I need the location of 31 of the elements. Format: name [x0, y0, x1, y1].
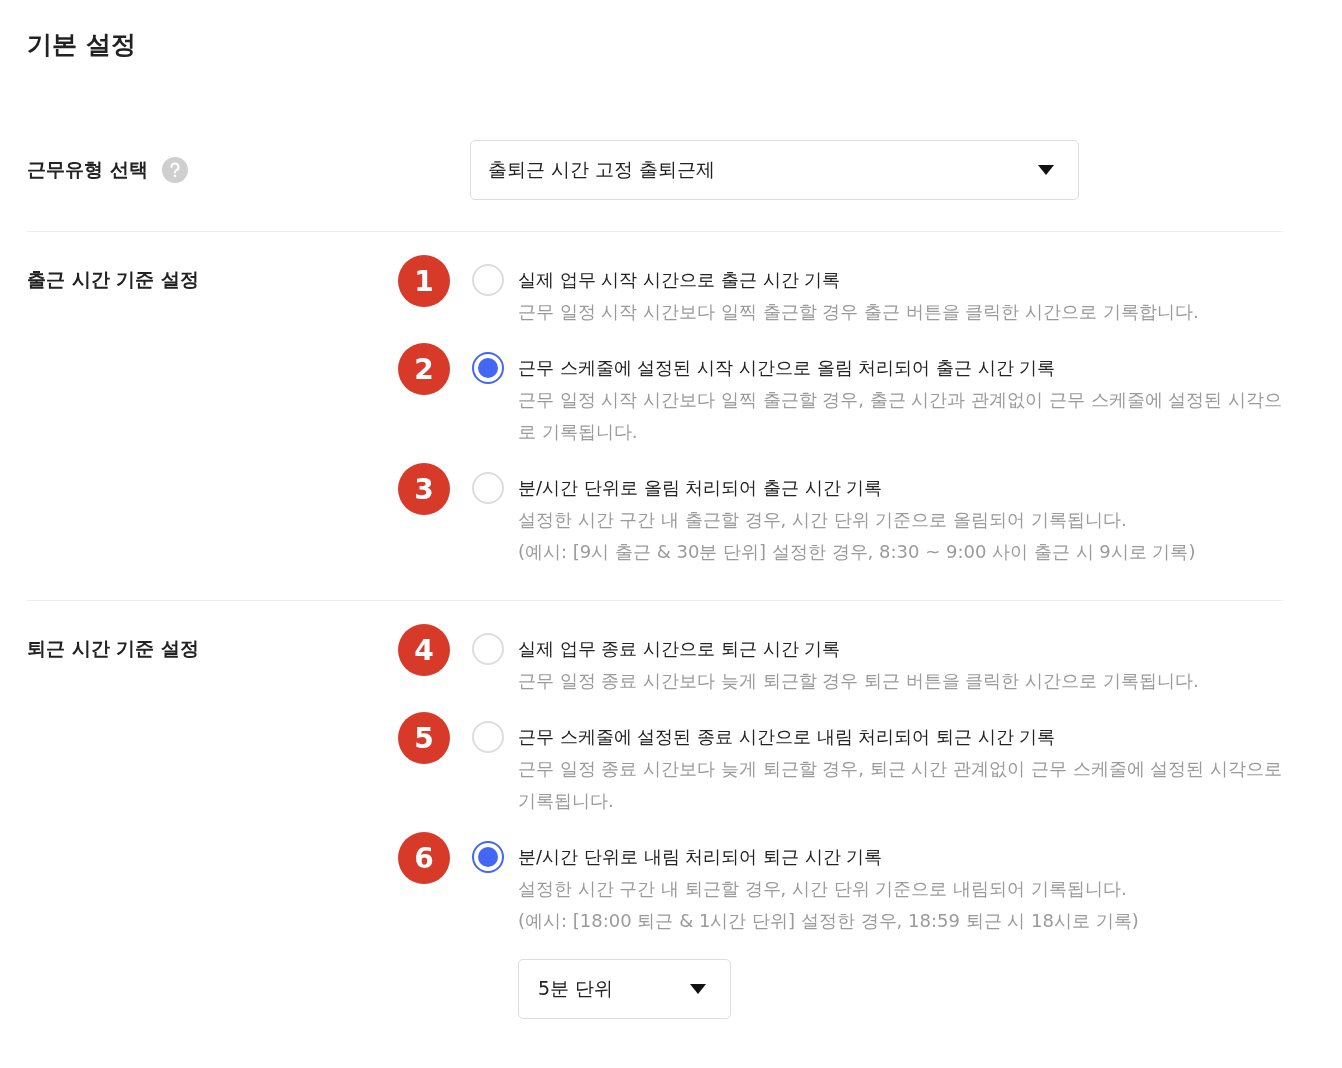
work-type-dropdown[interactable]: 출퇴근 시간 고정 출퇴근제 [470, 140, 1079, 200]
number-marker: 5 [398, 712, 450, 764]
number-marker: 4 [398, 624, 450, 676]
option-description: 근무 일정 시작 시간보다 일찍 출근할 경우 출근 버튼을 클릭한 시간으로 기록합니다. [518, 300, 1200, 324]
option-description: 설정한 시간 구간 내 퇴근할 경우, 시간 단위 기준으로 내림되어 기록됩니다. [518, 877, 1128, 901]
help-icon[interactable] [161, 157, 188, 183]
option-description: 근무 일정 시작 시간보다 일찍 출근할 경우, 출근 시간과 관계없이 근무 스케줄에 설정된 시각으로 기록됩니다. [518, 388, 1283, 444]
option-description: 설정한 시간 구간 내 출근할 경우, 시간 단위 기준으로 올림되어 기록됩니다. [518, 508, 1128, 532]
option-description: 근무 일정 종료 시간보다 늦게 퇴근할 경우, 퇴근 시간 관계없이 근무 스케줄에 설정된 시각으로 기록됩니다. [518, 757, 1283, 813]
number-marker: 1 [398, 255, 450, 307]
number-marker: 2 [398, 343, 450, 395]
option-title: 실제 업무 시작 시간으로 출근 시간 기록 [518, 268, 842, 292]
unit-dropdown[interactable]: 5분 단위 [518, 959, 731, 1019]
field-label: 근무유형 선택 [27, 157, 148, 182]
option-description: 근무 일정 종료 시간보다 늦게 퇴근할 경우 퇴근 버튼을 클릭한 시간으로 기록됩니다. [518, 669, 1200, 693]
caret-icon [1038, 165, 1054, 175]
radio-button[interactable] [472, 352, 504, 384]
section-label: 출근 시간 기준 설정 [27, 267, 199, 292]
caret-icon [690, 984, 706, 994]
option-description: (예시: [9시 출근 & 30분 단위] 설정한 경우, 8:30 ~ 9:00 사이 출근 시 9시로 기록) [518, 540, 1197, 564]
option-title: 분/시간 단위로 올림 처리되어 출근 시간 기록 [518, 476, 884, 500]
option-title: 근무 스케줄에 설정된 시작 시간으로 올림 처리되어 출근 시간 기록 [518, 356, 1057, 380]
option-title: 분/시간 단위로 내림 처리되어 퇴근 시간 기록 [518, 845, 884, 869]
page-title: 기본 설정 [27, 29, 137, 61]
section-label: 퇴근 시간 기준 설정 [27, 636, 199, 661]
number-marker: 3 [398, 463, 450, 515]
option-title: 근무 스케줄에 설정된 종료 시간으로 내림 처리되어 퇴근 시간 기록 [518, 725, 1057, 749]
option-description: (예시: [18:00 퇴근 & 1시간 단위] 설정한 경우, 18:59 퇴근 시 18시로 기록) [518, 909, 1140, 933]
option-title: 실제 업무 종료 시간으로 퇴근 시간 기록 [518, 637, 842, 661]
number-marker: 6 [398, 832, 450, 884]
radio-button[interactable] [472, 841, 504, 873]
